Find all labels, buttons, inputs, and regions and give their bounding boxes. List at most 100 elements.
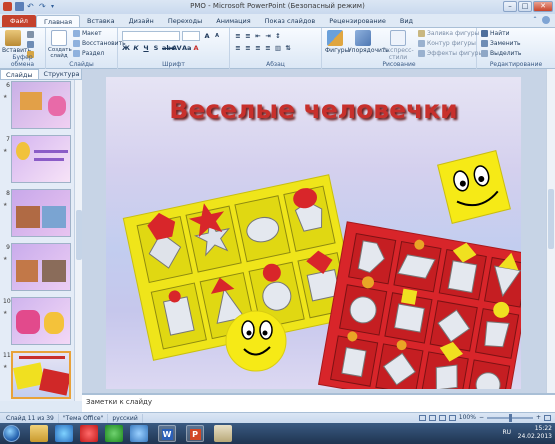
zoom-out-icon[interactable]: −: [479, 414, 484, 421]
shape-fill-button[interactable]: Заливка фигуры: [418, 30, 479, 37]
shadow-icon[interactable]: S: [152, 44, 160, 52]
torrent-icon[interactable]: [105, 425, 123, 442]
decrease-indent-icon[interactable]: ⇤: [254, 32, 262, 40]
language-indicator[interactable]: русский: [108, 413, 143, 423]
font-format-row: Ж К Ч S abc AV Aa A: [122, 44, 200, 52]
powerpoint-taskbar-icon[interactable]: P: [186, 425, 204, 442]
align-left-icon[interactable]: ≡: [234, 44, 242, 52]
tab-transitions[interactable]: Переходы: [161, 15, 209, 27]
grow-font-icon[interactable]: A: [203, 32, 211, 40]
slide-thumbnail[interactable]: 7 ★: [2, 134, 74, 188]
bold-icon[interactable]: Ж: [122, 44, 130, 52]
new-slide-button[interactable]: Создать слайд: [48, 30, 72, 59]
zoom-slider[interactable]: [486, 413, 533, 422]
cut-icon: [27, 31, 34, 38]
editor-scrollbar[interactable]: [546, 69, 555, 393]
square-smiley-face: [437, 150, 511, 224]
keyboard-language[interactable]: RU: [502, 429, 511, 436]
group-clipboard: Вставить Буфер обмена: [0, 28, 46, 69]
paste-button[interactable]: Вставить: [2, 30, 31, 54]
section-icon: [73, 50, 80, 57]
minimize-ribbon-icon[interactable]: ⌃: [531, 16, 539, 24]
zoom-slider-handle[interactable]: [508, 413, 512, 422]
animation-star-icon: ★: [3, 256, 8, 262]
slideshow-view-icon[interactable]: [448, 414, 456, 421]
shape-effects-button[interactable]: Эффекты фигуры: [418, 50, 483, 57]
ie-icon[interactable]: [55, 425, 73, 442]
cut-button[interactable]: [27, 31, 34, 38]
tab-outline[interactable]: Структура: [39, 69, 85, 79]
slide-thumbnails: 6 ★ 7 ★ 8 ★ 9 ★ 10 ★ 11 ★: [0, 80, 74, 401]
maximize-button[interactable]: □: [518, 1, 532, 12]
slide-thumbnail[interactable]: 6 ★: [2, 80, 74, 134]
select-button[interactable]: Выделить: [481, 50, 521, 57]
editor-scrollbar-thumb[interactable]: [548, 189, 554, 249]
section-button[interactable]: Раздел: [73, 50, 104, 57]
replace-button[interactable]: Заменить: [481, 40, 521, 47]
tab-review[interactable]: Рецензирование: [322, 15, 393, 27]
slide-thumbnail[interactable]: 10 ★: [2, 296, 74, 350]
strike-icon[interactable]: abc: [162, 44, 175, 52]
layout-button[interactable]: Макет: [73, 30, 102, 37]
tab-animation[interactable]: Анимация: [209, 15, 257, 27]
paint-icon[interactable]: [214, 425, 232, 442]
bullets-icon[interactable]: ≡: [234, 32, 242, 40]
tab-slideshow[interactable]: Показ слайдов: [258, 15, 323, 27]
reading-view-icon[interactable]: [438, 414, 446, 421]
font-family-select[interactable]: [122, 31, 180, 41]
align-center-icon[interactable]: ≡: [244, 44, 252, 52]
minimize-button[interactable]: –: [503, 1, 517, 12]
tab-file[interactable]: Файл: [2, 15, 36, 27]
slide-thumbnail-selected[interactable]: 11 ★: [2, 350, 74, 401]
sorter-view-icon[interactable]: [428, 414, 436, 421]
find-button[interactable]: Найти: [481, 30, 509, 37]
thumbnails-scrollbar[interactable]: [74, 80, 82, 401]
reset-icon: [73, 40, 80, 47]
tab-home[interactable]: Главная: [35, 15, 81, 27]
tab-view[interactable]: Вид: [393, 15, 420, 27]
thumbnail-image: [11, 297, 71, 345]
normal-view-icon[interactable]: [418, 414, 426, 421]
columns-icon[interactable]: ▥: [274, 44, 282, 52]
line-spacing-icon[interactable]: ↕: [274, 32, 282, 40]
font-size-select[interactable]: [182, 31, 200, 41]
zoom-level[interactable]: 100%: [459, 414, 476, 421]
italic-icon[interactable]: К: [132, 44, 140, 52]
close-button[interactable]: ✕: [533, 1, 553, 12]
help-icon[interactable]: [542, 16, 550, 24]
quick-styles-button[interactable]: Экспресс-стили: [380, 30, 416, 61]
justify-icon[interactable]: ≡: [264, 44, 272, 52]
fit-slide-icon[interactable]: [544, 414, 551, 421]
shapes-button[interactable]: Фигуры: [325, 30, 349, 54]
window-controls: – □ ✕: [503, 1, 553, 12]
slide-canvas[interactable]: Веселые человечки: [106, 77, 521, 389]
text-direction-icon[interactable]: ⇅: [284, 44, 292, 52]
shape-outline-button[interactable]: Контур фигуры: [418, 40, 476, 47]
spacing-icon[interactable]: AV: [172, 44, 182, 52]
numbering-icon[interactable]: ≡: [244, 32, 252, 40]
word-icon[interactable]: W: [158, 425, 176, 442]
shrink-font-icon[interactable]: A: [213, 32, 221, 40]
start-button[interactable]: [3, 425, 20, 442]
tab-design[interactable]: Дизайн: [122, 15, 161, 27]
slide-thumbnail[interactable]: 8 ★: [2, 188, 74, 242]
zoom-in-icon[interactable]: +: [536, 414, 541, 421]
copy-button[interactable]: [27, 41, 34, 48]
tab-insert[interactable]: Вставка: [80, 15, 122, 27]
slide-thumbnail[interactable]: 9 ★: [2, 242, 74, 296]
opera-icon[interactable]: [80, 425, 98, 442]
case-icon[interactable]: Aa: [182, 44, 191, 52]
title-bar: ↶ ↷ ▾ PMO - Microsoft PowerPoint (Безопа…: [0, 0, 555, 14]
increase-indent-icon[interactable]: ⇥: [264, 32, 272, 40]
align-right-icon[interactable]: ≡: [254, 44, 262, 52]
binoculars-icon: [481, 30, 488, 37]
underline-icon[interactable]: Ч: [142, 44, 150, 52]
notes-pane[interactable]: Заметки к слайду: [82, 393, 555, 412]
notes-placeholder: Заметки к слайду: [86, 398, 153, 406]
arrange-button[interactable]: Упорядочить: [348, 30, 389, 54]
font-color-icon[interactable]: A: [192, 44, 200, 52]
media-icon[interactable]: [130, 425, 148, 442]
tab-slides[interactable]: Слайды: [0, 69, 39, 79]
system-clock[interactable]: 15:22 24.02.2013: [518, 425, 552, 441]
explorer-icon[interactable]: [30, 425, 48, 442]
